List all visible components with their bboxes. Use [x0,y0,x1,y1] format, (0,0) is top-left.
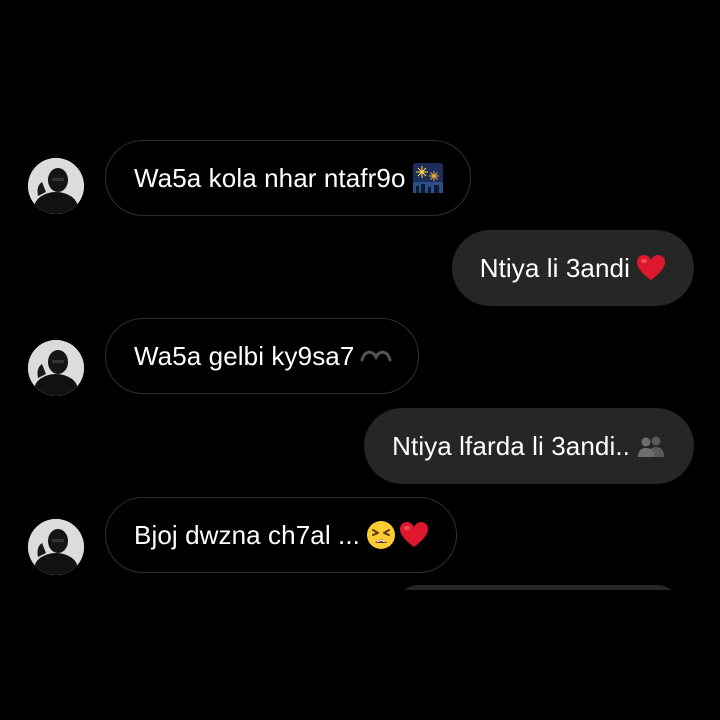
busts-icon [636,435,666,457]
message-bubble-outgoing-partial[interactable] [398,585,678,590]
chat-thread[interactable]: Wa5a kola nhar ntafr9o Ntiya li 3andi Wa… [0,0,720,590]
sender-avatar[interactable] [28,519,84,575]
message-text: Ntiya li 3andi [479,252,630,283]
message-text: Wa5a gelbi ky9sa7 [134,340,355,371]
message-text: Bjoj dwzna ch7al ... [134,519,361,550]
red-heart-icon [398,521,430,549]
message-text: Ntiya lfarda li 3andi.. [392,430,630,461]
message-bubble-outgoing[interactable]: Ntiya li 3andi [451,230,694,306]
fireworks-icon [412,162,444,194]
hooded-figure-avatar-icon [28,519,84,575]
hooded-figure-avatar-icon [28,340,84,396]
hooded-figure-avatar-icon [28,158,84,214]
message-bubble-incoming[interactable]: Wa5a gelbi ky9sa7 [105,318,420,394]
message-bubble-incoming[interactable]: Bjoj dwzna ch7al ... [105,497,458,573]
message-bubble-incoming[interactable]: Wa5a kola nhar ntafr9o [105,140,471,216]
message-text: Wa5a kola nhar ntafr9o [134,162,406,193]
red-heart-icon [636,254,666,282]
broken-heart-icon [360,346,392,366]
sender-avatar[interactable] [28,340,84,396]
tired-face-icon [366,520,396,550]
sender-avatar[interactable] [28,158,84,214]
message-bubble-outgoing[interactable]: Ntiya lfarda li 3andi.. [364,408,694,484]
